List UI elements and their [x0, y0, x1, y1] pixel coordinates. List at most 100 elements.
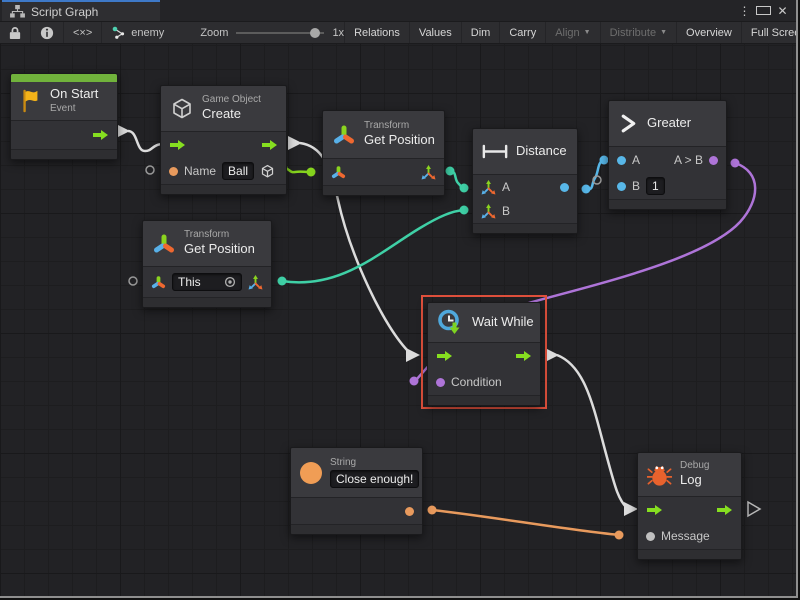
toolbar-button-overview[interactable]: Overview — [676, 22, 741, 43]
zoom-label: Zoom — [200, 27, 228, 39]
node-footer — [638, 549, 741, 559]
code-view-button[interactable]: <×> — [64, 22, 102, 43]
port-label-b: B — [632, 179, 640, 193]
node-category: Game Object — [202, 94, 261, 107]
string-value-field[interactable]: Close enough! — [330, 470, 419, 488]
transform-input-port[interactable] — [151, 275, 166, 290]
graph-toolbar: <×> enemy Zoom 1x RelationsValuesDimCarr… — [0, 21, 796, 44]
node-create[interactable]: Game Object Create Name Ball — [160, 85, 287, 195]
port-label-condition: Condition — [451, 375, 502, 389]
port-label-a: A — [502, 180, 510, 194]
target-field[interactable]: This — [172, 273, 242, 291]
greater-than-icon — [618, 113, 639, 134]
node-footer — [323, 185, 444, 195]
node-get-position-top[interactable]: Transform Get Position — [322, 110, 445, 196]
node-title: Create — [202, 106, 261, 123]
toolbar-button-dim[interactable]: Dim — [461, 22, 500, 43]
flow-output-port[interactable] — [261, 139, 278, 151]
string-type-icon — [300, 462, 322, 484]
info-icon — [40, 26, 54, 40]
node-title: Greater — [647, 115, 691, 132]
flow-output-port[interactable] — [716, 504, 733, 516]
transform-icon — [332, 123, 356, 147]
tab-title: Script Graph — [31, 5, 98, 19]
transform-input-port[interactable] — [331, 165, 346, 180]
value-input-port-name[interactable] — [169, 167, 178, 176]
node-footer — [428, 395, 540, 405]
value-input-port-a[interactable] — [617, 156, 626, 165]
code-brackets-icon: <×> — [73, 27, 92, 39]
port-label-result: A > B — [674, 153, 703, 167]
node-footer — [609, 199, 726, 209]
node-wait-while[interactable]: Wait While Condition — [427, 302, 541, 406]
b-value-field[interactable]: 1 — [646, 177, 665, 195]
gameobject-cube-icon — [170, 97, 194, 121]
node-footer — [161, 184, 286, 194]
message-input-port[interactable] — [646, 532, 655, 541]
flag-icon — [20, 89, 42, 113]
script-graph-window: On Start Event Game Object Create Name B… — [0, 0, 798, 598]
inspect-button[interactable] — [31, 22, 64, 43]
node-footer — [143, 297, 271, 307]
value-input-port-b[interactable] — [617, 182, 626, 191]
port-label-b: B — [502, 204, 510, 218]
gameobject-output-port[interactable] — [260, 164, 275, 179]
breadcrumb[interactable]: enemy — [102, 22, 174, 43]
window-menu-icon[interactable]: ⋮ — [737, 4, 752, 18]
zoom-slider[interactable] — [236, 32, 324, 34]
window-close-icon[interactable]: ✕ — [775, 4, 790, 18]
flow-output-port[interactable] — [92, 129, 109, 141]
graph-breadcrumb-icon — [112, 26, 126, 40]
toolbar-button-relations[interactable]: Relations — [344, 22, 409, 43]
port-label-a: A — [632, 153, 640, 167]
window-maximize-icon[interactable] — [756, 4, 771, 18]
condition-input-port[interactable] — [436, 378, 445, 387]
port-label-name: Name — [184, 164, 216, 178]
target-value: This — [178, 275, 201, 289]
flow-input-port[interactable] — [646, 504, 663, 516]
node-get-position-bottom[interactable]: Transform Get Position This — [142, 220, 272, 308]
node-title: Distance — [516, 143, 567, 160]
node-greater[interactable]: Greater A A > B B 1 — [608, 100, 727, 210]
node-debug-log[interactable]: Debug Log Message — [637, 452, 742, 560]
zoom-value: 1x — [332, 27, 344, 39]
zoom-slider-handle[interactable] — [310, 28, 320, 38]
node-footer — [473, 223, 577, 233]
vector3-output-port[interactable] — [248, 275, 263, 290]
distance-icon — [482, 144, 508, 159]
string-output-port[interactable] — [405, 507, 414, 516]
node-distance[interactable]: Distance A B — [472, 128, 578, 234]
toolbar-button-carry[interactable]: Carry — [499, 22, 545, 43]
flow-output-port[interactable] — [515, 350, 532, 362]
name-input-field[interactable]: Ball — [222, 162, 254, 180]
result-output-port[interactable] — [560, 183, 569, 192]
toolbar-button-values[interactable]: Values — [409, 22, 461, 43]
wait-clock-icon — [437, 309, 464, 336]
node-subtitle: Event — [50, 103, 98, 116]
node-title: Log — [680, 472, 709, 489]
object-picker-icon[interactable] — [224, 276, 236, 288]
lock-icon — [9, 26, 21, 40]
port-label-message: Message — [661, 529, 710, 543]
vector3-output-port[interactable] — [421, 165, 436, 180]
toolbar-buttons: RelationsValuesDimCarryAlign▼Distribute▼… — [344, 22, 798, 43]
node-footer — [11, 149, 117, 159]
vector3-input-port-b[interactable] — [481, 204, 496, 219]
node-footer — [291, 524, 422, 534]
lock-button[interactable] — [0, 22, 31, 43]
node-string[interactable]: String Close enough! — [290, 447, 423, 535]
tab-script-graph[interactable]: Script Graph — [2, 0, 160, 21]
breadcrumb-label: enemy — [131, 27, 164, 39]
vector3-input-port-a[interactable] — [481, 180, 496, 195]
flow-input-port[interactable] — [436, 350, 453, 362]
node-title: Get Position — [364, 132, 435, 149]
flow-input-port[interactable] — [169, 139, 186, 151]
toolbar-button-distribute[interactable]: Distribute▼ — [600, 22, 676, 43]
bug-icon — [647, 463, 672, 487]
node-on-start[interactable]: On Start Event — [10, 73, 118, 160]
result-output-port[interactable] — [709, 156, 718, 165]
toolbar-button-full-screen[interactable]: Full Screen — [741, 22, 798, 43]
node-category: Transform — [364, 120, 435, 133]
toolbar-button-align[interactable]: Align▼ — [545, 22, 599, 43]
window-tab-bar: Script Graph ⋮ ✕ — [0, 0, 796, 21]
